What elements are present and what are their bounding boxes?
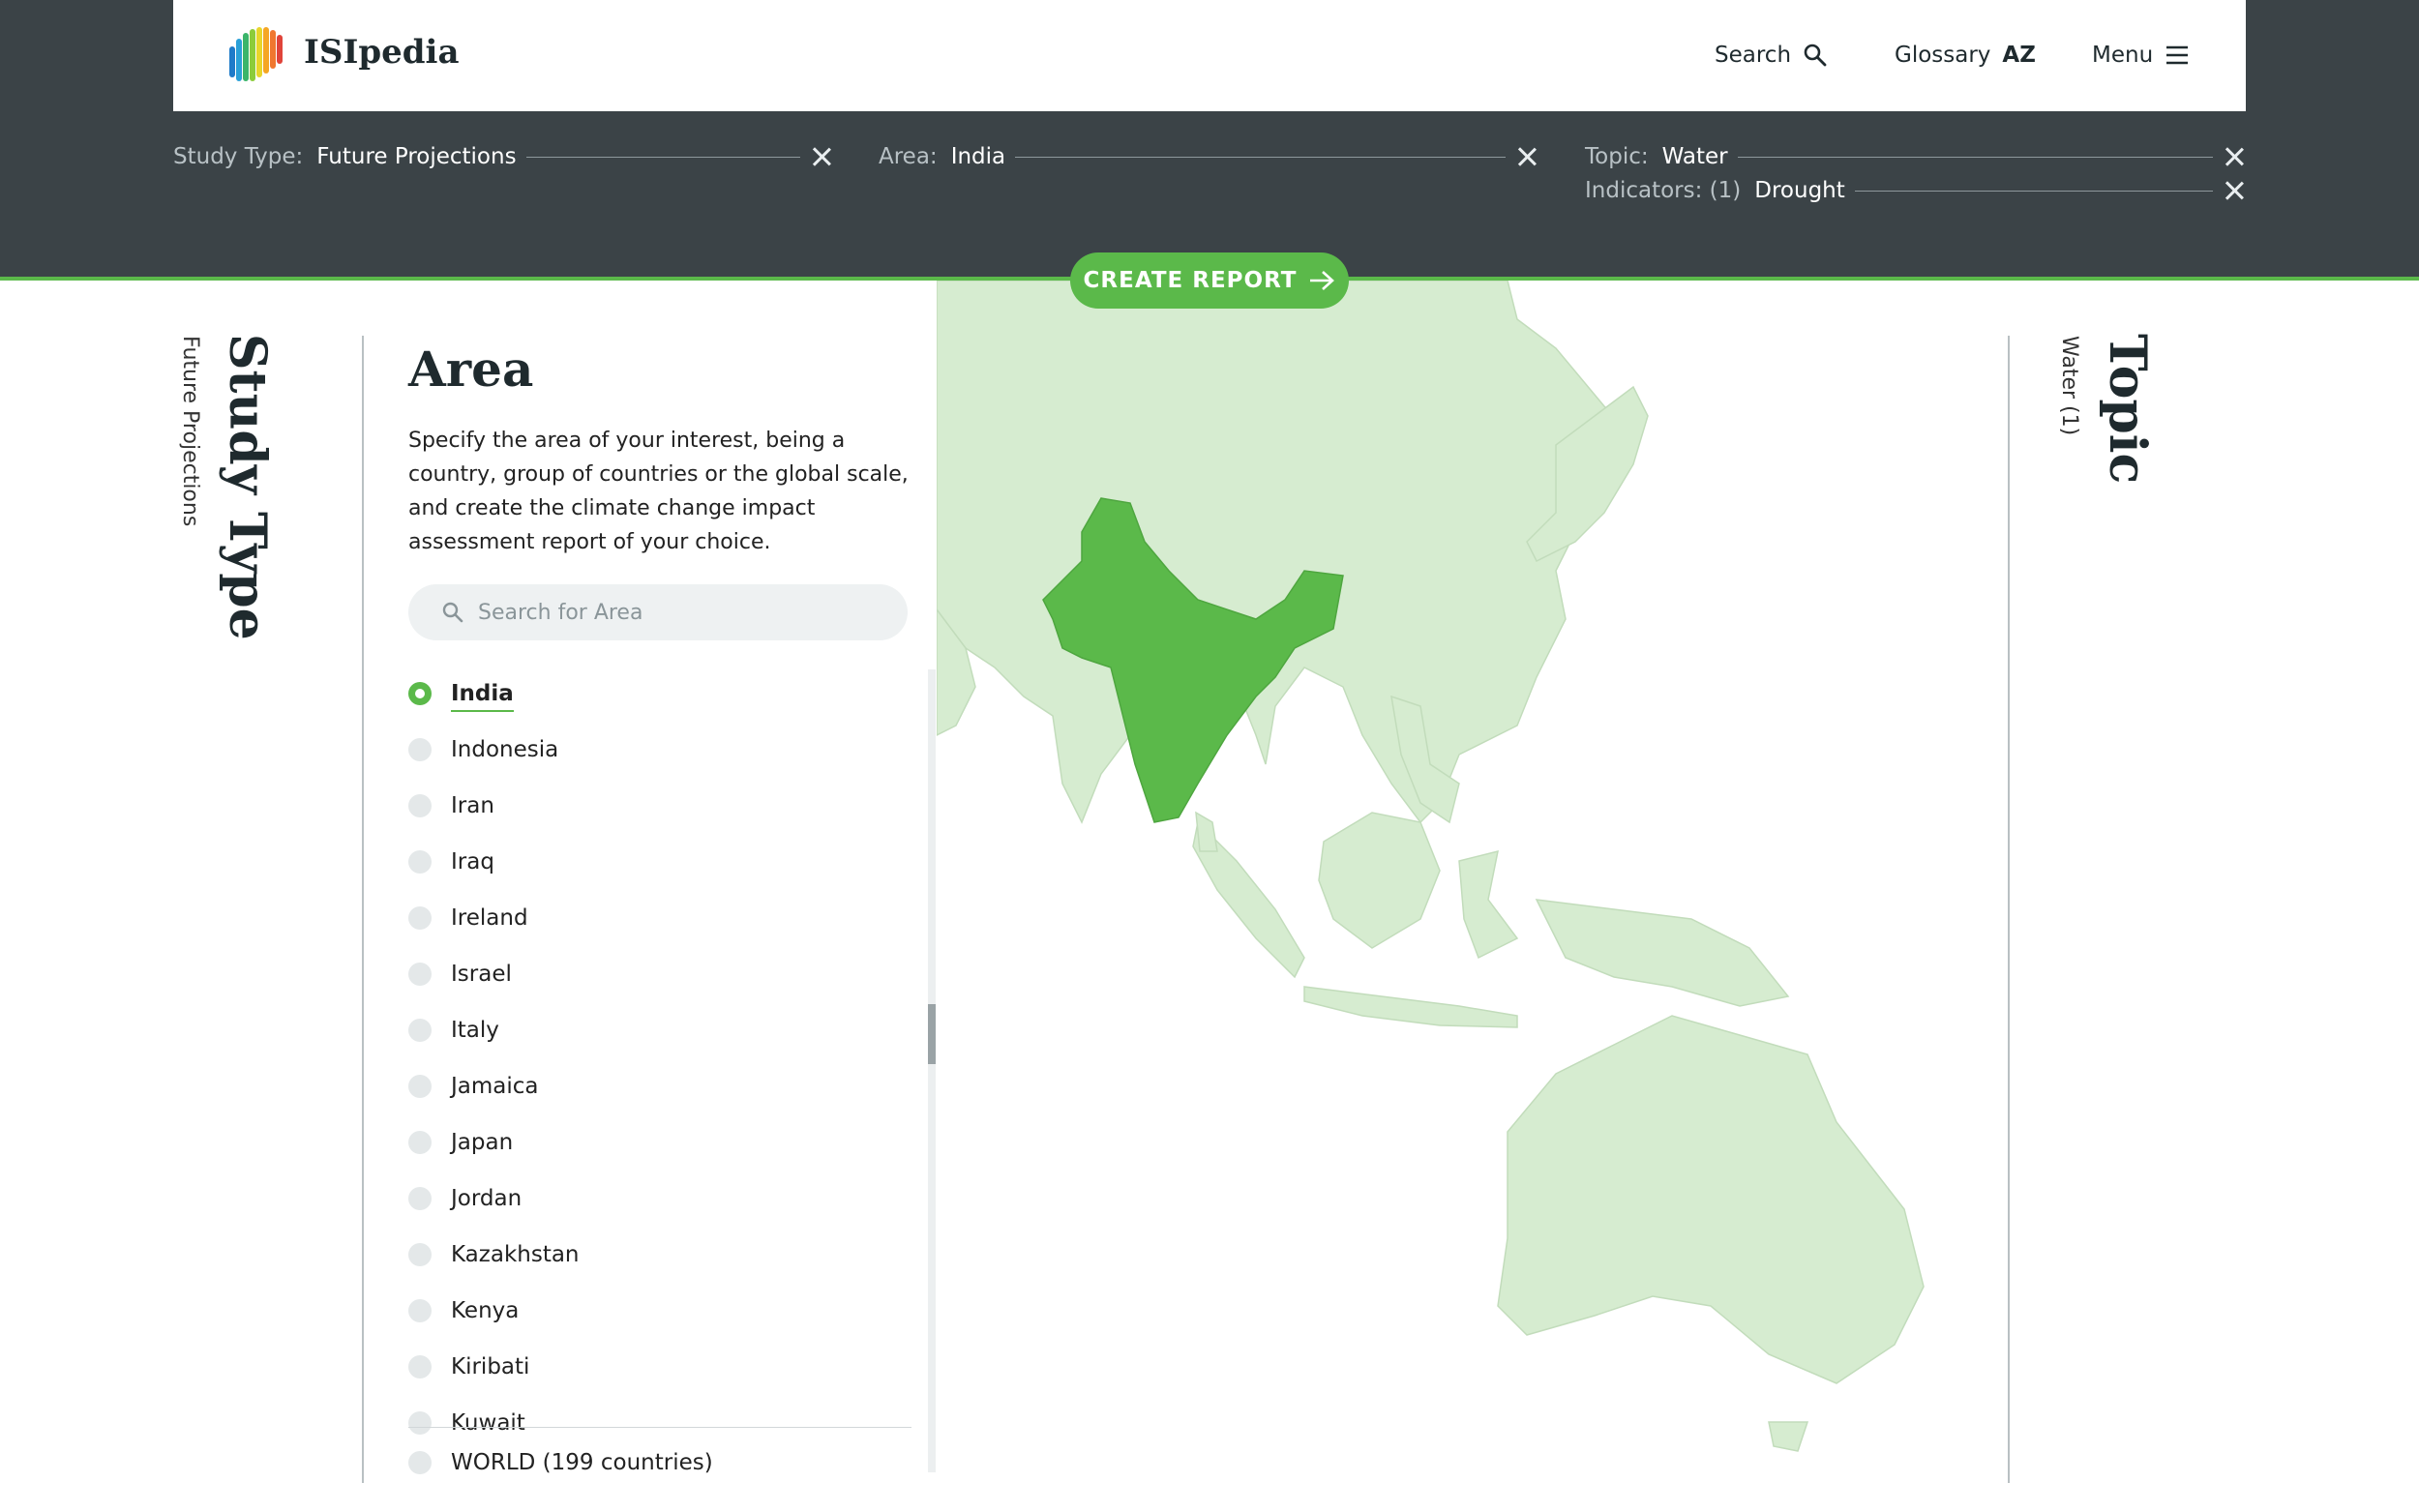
close-icon[interactable]	[2223, 179, 2246, 202]
radio-icon[interactable]	[408, 1411, 432, 1435]
close-icon[interactable]	[1515, 145, 1538, 168]
filter-area-label: Area:	[879, 144, 938, 169]
list-item[interactable]: Iraq	[408, 834, 911, 890]
list-item-label: Kenya	[451, 1298, 520, 1323]
radio-icon[interactable]	[408, 1299, 432, 1322]
list-item-label: Iraq	[451, 849, 494, 875]
search-nav-button[interactable]: Search	[1715, 43, 1828, 68]
world-map[interactable]	[937, 281, 2009, 1512]
list-item-label: Israel	[451, 962, 512, 987]
list-item[interactable]: Iran	[408, 778, 911, 834]
tab-study-type-subtitle: Future Projections	[178, 336, 202, 527]
list-item[interactable]: Kenya	[408, 1283, 911, 1339]
filter-divider	[1737, 156, 2213, 158]
isipedia-logo-icon[interactable]	[229, 25, 289, 85]
filter-study-type-value[interactable]: Future Projections	[316, 144, 516, 169]
glossary-nav-label: Glossary	[1895, 43, 1991, 68]
tab-topic[interactable]: Topic Water (1)	[2053, 334, 2160, 643]
filter-topic-label: Topic:	[1585, 144, 1649, 169]
list-item[interactable]: Kiribati	[408, 1339, 911, 1395]
list-item-label: Jamaica	[451, 1074, 539, 1099]
list-item-label: Jordan	[451, 1186, 523, 1211]
world-option[interactable]: WORLD (199 countries)	[408, 1435, 911, 1491]
area-list: India Indonesia Iran Iraq Ireland Israel…	[408, 666, 911, 1451]
create-report-button[interactable]: CREATE REPORT	[1070, 252, 1349, 309]
tab-topic-subtitle: Water (1)	[2057, 336, 2081, 436]
site-header: ISIpedia Search Glossary AZ Menu	[173, 0, 2246, 111]
area-search-input[interactable]: Search for Area	[408, 584, 908, 640]
list-item-label: Japan	[451, 1130, 514, 1155]
tab-topic-title: Topic	[2098, 334, 2157, 485]
radio-icon[interactable]	[408, 963, 432, 986]
list-item-label: Ireland	[451, 905, 528, 931]
search-icon	[1804, 44, 1827, 67]
filter-divider	[1854, 190, 2213, 192]
list-item-label: Kuwait	[451, 1410, 525, 1436]
radio-icon[interactable]	[408, 1019, 432, 1042]
filter-area-value[interactable]: India	[951, 144, 1005, 169]
menu-nav-button[interactable]: Menu	[2092, 43, 2190, 68]
search-icon	[442, 602, 463, 623]
radio-icon[interactable]	[408, 906, 432, 930]
world-divider	[408, 1427, 911, 1428]
list-item[interactable]: India	[408, 666, 911, 722]
list-item[interactable]: Israel	[408, 946, 911, 1002]
list-item-label: Kazakhstan	[451, 1242, 580, 1267]
filter-study-type: Study Type: Future Projections	[173, 140, 833, 173]
list-item[interactable]: Kazakhstan	[408, 1227, 911, 1283]
filter-indicators-label: Indicators: (1)	[1585, 178, 1742, 203]
radio-icon[interactable]	[408, 1075, 432, 1098]
filter-study-type-label: Study Type:	[173, 144, 304, 169]
filter-indicators-value[interactable]: Drought	[1754, 178, 1845, 203]
radio-icon[interactable]	[408, 1131, 432, 1154]
filter-topic-value[interactable]: Water	[1662, 144, 1728, 169]
list-item-label: Kiribati	[451, 1354, 530, 1379]
area-search-placeholder: Search for Area	[478, 600, 643, 625]
list-item-label: Indonesia	[451, 737, 559, 762]
radio-icon[interactable]	[408, 850, 432, 874]
filter-divider	[525, 156, 800, 158]
radio-icon[interactable]	[408, 1243, 432, 1266]
tab-study-type[interactable]: Study Type Future Projections	[164, 334, 277, 643]
list-item[interactable]: Japan	[408, 1114, 911, 1171]
area-panel-description: Specify the area of your interest, being…	[408, 429, 909, 554]
filter-divider	[1015, 156, 1506, 158]
search-nav-label: Search	[1715, 43, 1792, 68]
close-icon[interactable]	[810, 145, 833, 168]
list-item[interactable]: Ireland	[408, 890, 911, 946]
scrollbar-thumb[interactable]	[928, 1004, 936, 1064]
right-divider	[2008, 336, 2010, 1483]
glossary-nav-button[interactable]: Glossary AZ	[1895, 43, 2036, 68]
list-item[interactable]: Indonesia	[408, 722, 911, 778]
area-panel-title: Area	[408, 341, 534, 398]
menu-nav-label: Menu	[2092, 43, 2154, 68]
radio-icon[interactable]	[408, 1451, 432, 1474]
arrow-right-icon	[1310, 271, 1335, 290]
hamburger-menu-icon	[2166, 45, 2189, 65]
list-item-label: Iran	[451, 793, 494, 818]
list-item[interactable]: Jamaica	[408, 1058, 911, 1114]
filter-area: Area: India	[879, 140, 1538, 173]
radio-selected-icon[interactable]	[408, 682, 432, 705]
list-item-label: India	[451, 681, 514, 712]
world-option-label: WORLD (199 countries)	[451, 1450, 713, 1475]
list-item[interactable]: Jordan	[408, 1171, 911, 1227]
area-list-scrollbar[interactable]	[928, 669, 936, 1472]
list-item-label: Italy	[451, 1018, 499, 1043]
radio-icon[interactable]	[408, 794, 432, 817]
tab-study-type-title: Study Type	[218, 334, 277, 640]
create-report-label: CREATE REPORT	[1083, 268, 1298, 293]
area-panel: Area Specify the area of your interest, …	[364, 281, 937, 1483]
close-icon[interactable]	[2223, 145, 2246, 168]
radio-icon[interactable]	[408, 1187, 432, 1210]
filter-indicators: Indicators: (1) Drought	[1585, 174, 2246, 207]
filter-topic: Topic: Water	[1585, 140, 2246, 173]
brand-name[interactable]: ISIpedia	[304, 33, 460, 72]
glossary-az-icon: AZ	[2002, 43, 2036, 68]
list-item[interactable]: Italy	[408, 1002, 911, 1058]
radio-icon[interactable]	[408, 738, 432, 761]
radio-icon[interactable]	[408, 1355, 432, 1379]
